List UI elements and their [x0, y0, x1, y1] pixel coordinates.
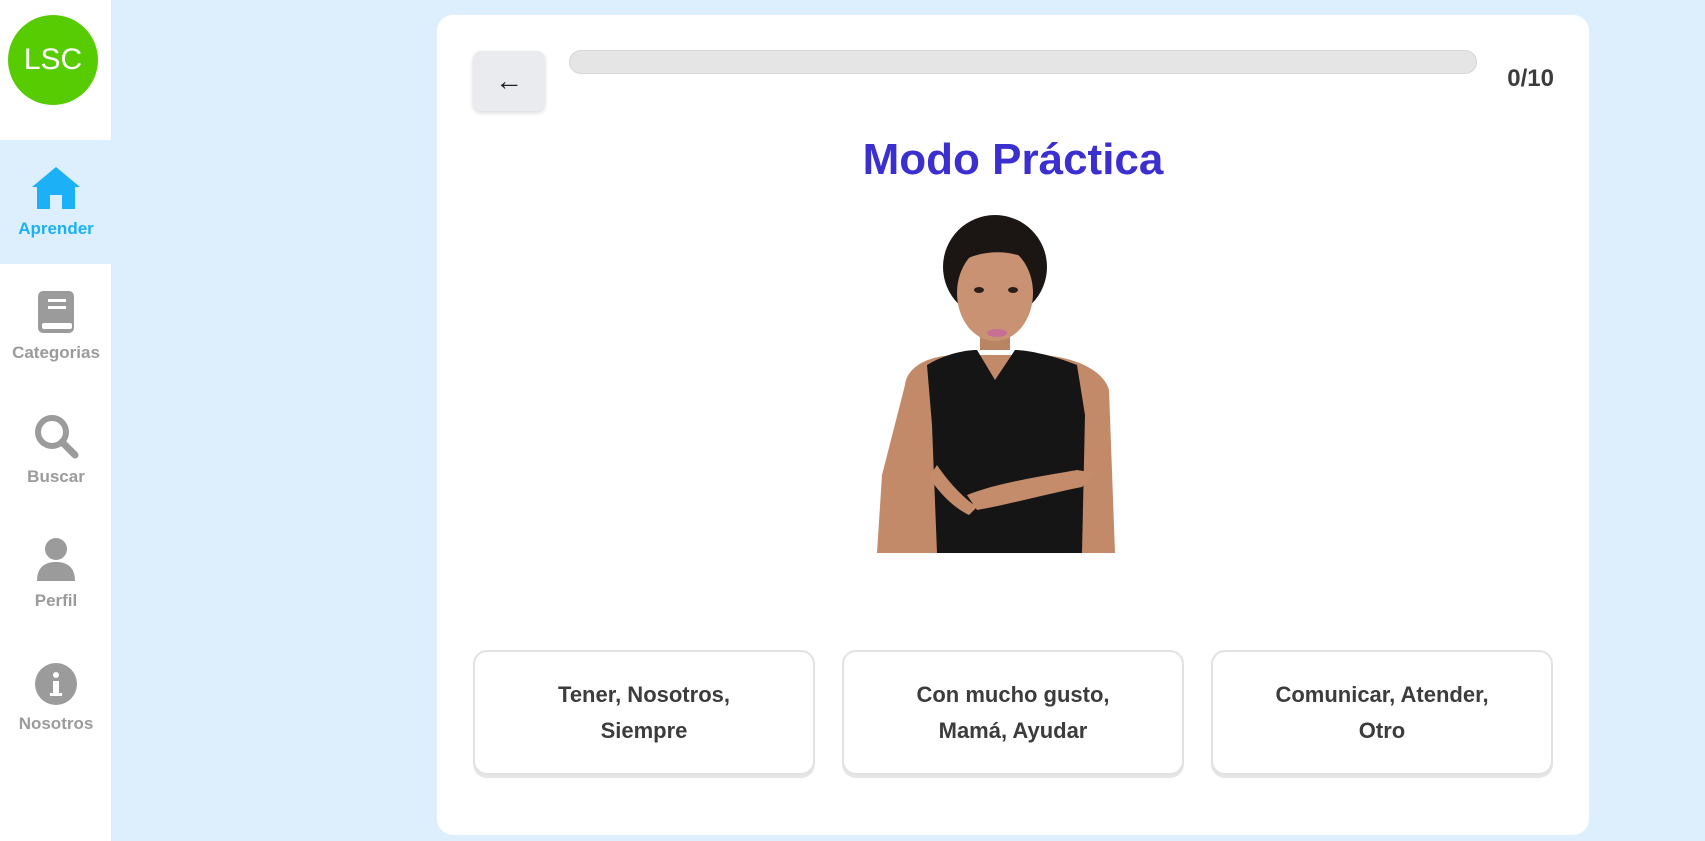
- sidebar-item-nosotros[interactable]: Nosotros: [0, 636, 112, 760]
- answer-option[interactable]: Tener, Nosotros, Siempre: [473, 650, 815, 775]
- logo-text: LSC: [23, 43, 83, 76]
- info-icon: [35, 663, 77, 705]
- answer-option[interactable]: Comunicar, Atender, Otro: [1211, 650, 1553, 775]
- sidebar-item-categorias[interactable]: Categorias: [0, 264, 112, 388]
- sidebar-item-buscar[interactable]: Buscar: [0, 388, 112, 512]
- progress-counter: 0/10: [1507, 65, 1554, 92]
- back-button[interactable]: ←: [473, 51, 545, 111]
- page-title: Modo Práctica: [862, 135, 1164, 184]
- answer-option-label: Tener, Nosotros, Siempre: [558, 681, 730, 743]
- search-icon: [35, 415, 79, 459]
- app-logo[interactable]: LSC: [8, 15, 98, 105]
- sidebar-item-label: Perfil: [34, 591, 78, 610]
- sidebar-item-label: Aprender: [18, 219, 94, 238]
- user-icon: [37, 538, 75, 581]
- sign-video: [877, 215, 1115, 553]
- home-icon: [32, 167, 80, 209]
- answer-option[interactable]: Con mucho gusto, Mamá, Ayudar: [842, 650, 1184, 775]
- book-icon: [38, 291, 74, 333]
- sidebar: LSC Aprender Categorias Buscar Perfil No…: [0, 0, 112, 841]
- answer-option-label: Con mucho gusto, Mamá, Ayudar: [916, 681, 1110, 743]
- sidebar-item-label: Categorias: [12, 343, 100, 362]
- progress-bar: [569, 50, 1477, 74]
- answer-options: Tener, Nosotros, Siempre Con mucho gusto…: [473, 650, 1553, 775]
- practice-card: ← 0/10 Modo Práctica Tener, Nosotros, Si…: [437, 15, 1589, 835]
- sidebar-item-label: Nosotros: [18, 714, 94, 733]
- back-arrow-icon: ←: [495, 65, 523, 96]
- answer-option-label: Comunicar, Atender, Otro: [1275, 681, 1489, 743]
- sidebar-item-perfil[interactable]: Perfil: [0, 512, 112, 636]
- sidebar-item-label: Buscar: [27, 467, 85, 486]
- sidebar-item-aprender[interactable]: Aprender: [0, 140, 112, 264]
